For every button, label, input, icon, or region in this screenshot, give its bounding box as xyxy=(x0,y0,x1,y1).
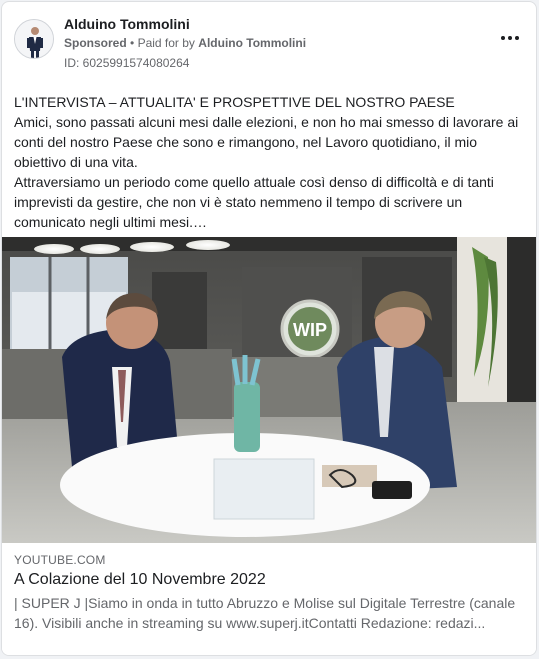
post-body-text: L'INTERVISTA – ATTUALITA' E PROSPETTIVE … xyxy=(14,94,519,230)
avatar-person-image xyxy=(15,20,53,58)
interview-scene-image: WIP xyxy=(2,237,536,543)
logo-text: WIP xyxy=(293,320,327,340)
link-preview[interactable]: YOUTUBE.COM A Colazione del 10 Novembre … xyxy=(2,543,536,655)
page-avatar[interactable] xyxy=(14,19,54,59)
link-description: | SUPER J |Siamo in onda in tutto Abruzz… xyxy=(14,595,516,631)
sponsored-meta: Sponsored • Paid for by Alduino Tommolin… xyxy=(64,36,306,50)
link-domain: YOUTUBE.COM xyxy=(14,553,106,567)
ad-id: ID: 6025991574080264 xyxy=(64,56,190,70)
meta-separator: • xyxy=(130,36,135,50)
more-dot xyxy=(515,36,519,40)
page-name[interactable]: Alduino Tommolini xyxy=(64,16,190,32)
post-header: Alduino Tommolini Sponsored • Paid for b… xyxy=(14,14,524,74)
more-dots-icon[interactable] xyxy=(498,30,522,46)
paid-for-prefix: Paid for by xyxy=(137,36,195,50)
more-dot xyxy=(501,36,505,40)
link-title[interactable]: A Colazione del 10 Novembre 2022 xyxy=(14,571,526,589)
sponsored-label[interactable]: Sponsored xyxy=(64,36,127,50)
more-dot xyxy=(508,36,512,40)
sponsored-post-card: Alduino Tommolini Sponsored • Paid for b… xyxy=(1,1,537,656)
paid-for-name: Alduino Tommolini xyxy=(198,36,307,50)
video-thumbnail[interactable]: WIP xyxy=(2,237,536,543)
